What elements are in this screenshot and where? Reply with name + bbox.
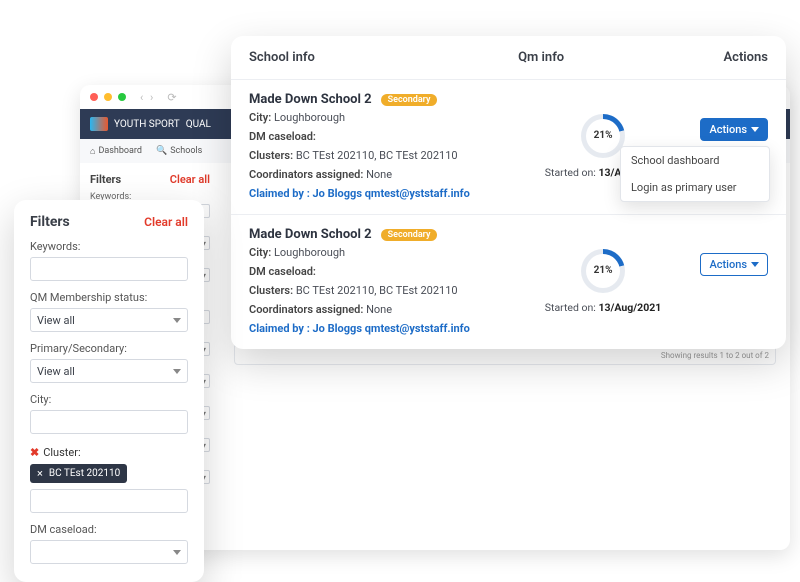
results-footer: Showing results 1 to 2 out of 2 [235,347,775,364]
cluster-chip[interactable]: × BC TEst 202110 [30,464,127,483]
chevron-down-icon [751,262,759,267]
chevron-down-icon [173,369,181,374]
nav-schools[interactable]: 🔍 Schools [156,146,202,156]
progress-ring: 21% [581,249,625,293]
clear-all-link[interactable]: Clear all [144,215,188,229]
remove-filter-icon[interactable]: ✖ [30,446,39,459]
label-city: City: [30,393,188,406]
caseload-select[interactable] [30,540,188,564]
started-on: Started on: 13/Aug/2021 [545,301,662,314]
label-primsec: Primary/Secondary: [30,342,188,355]
filters-title: Filters [30,214,70,230]
dropdown-login-as-primary[interactable]: Login as primary user [621,174,769,201]
school-name: Made Down School 2 [249,227,372,242]
dropdown-school-dashboard[interactable]: School dashboard [621,147,769,174]
chevron-down-icon [751,127,759,132]
bg-filters-title: Filters [90,173,121,186]
membership-select[interactable]: View all [30,308,188,332]
brand-text: YOUTH SPORT [114,119,180,130]
claimed-by-link[interactable]: Claimed by : Jo Bloggs qmtest@yststaff.i… [249,187,518,200]
table-row: Made Down School 2 Secondary City: Lough… [231,215,786,349]
city-input[interactable] [30,410,188,434]
col-qm-info: Qm info [518,50,688,65]
label-caseload: DM caseload: [30,523,188,536]
table-header: School info Qm info Actions [231,36,786,80]
bg-filters-clear[interactable]: Clear all [170,173,210,186]
window-close-dot[interactable] [90,93,98,101]
col-actions: Actions [688,50,768,65]
label-membership: QM Membership status: [30,291,188,304]
actions-button[interactable]: Actions [700,253,768,276]
claimed-by-link[interactable]: Claimed by : Jo Bloggs qmtest@yststaff.i… [249,322,518,335]
logo-icon [90,117,108,131]
school-name: Made Down School 2 [249,92,372,107]
label-keywords: Keywords: [30,240,188,253]
actions-dropdown: School dashboard Login as primary user [620,146,770,202]
chevron-down-icon [173,550,181,555]
label-cluster: Cluster: [43,446,80,459]
school-tag: Secondary [381,94,438,106]
window-max-dot[interactable] [118,93,126,101]
col-school-info: School info [249,50,518,65]
keywords-input[interactable] [30,257,188,281]
window-min-dot[interactable] [104,93,112,101]
school-tag: Secondary [381,229,438,241]
table-row: Made Down School 2 Secondary City: Lough… [231,80,786,215]
progress-ring: 21% [581,114,625,158]
refresh-icon[interactable]: ⟳ [167,91,176,104]
chevron-down-icon [173,318,181,323]
schools-table-card: School info Qm info Actions Made Down Sc… [231,36,786,349]
chip-close-icon[interactable]: × [37,467,43,480]
nav-dashboard[interactable]: ⌂ Dashboard [90,146,142,157]
primsec-select[interactable]: View all [30,359,188,383]
filters-panel: Filters Clear all Keywords: QM Membershi… [14,200,204,582]
actions-button[interactable]: Actions [700,118,768,141]
nav-arrows-icon[interactable]: ‹ › [140,91,155,104]
brand-suffix: QUAL [186,119,211,130]
cluster-input[interactable] [30,489,188,513]
